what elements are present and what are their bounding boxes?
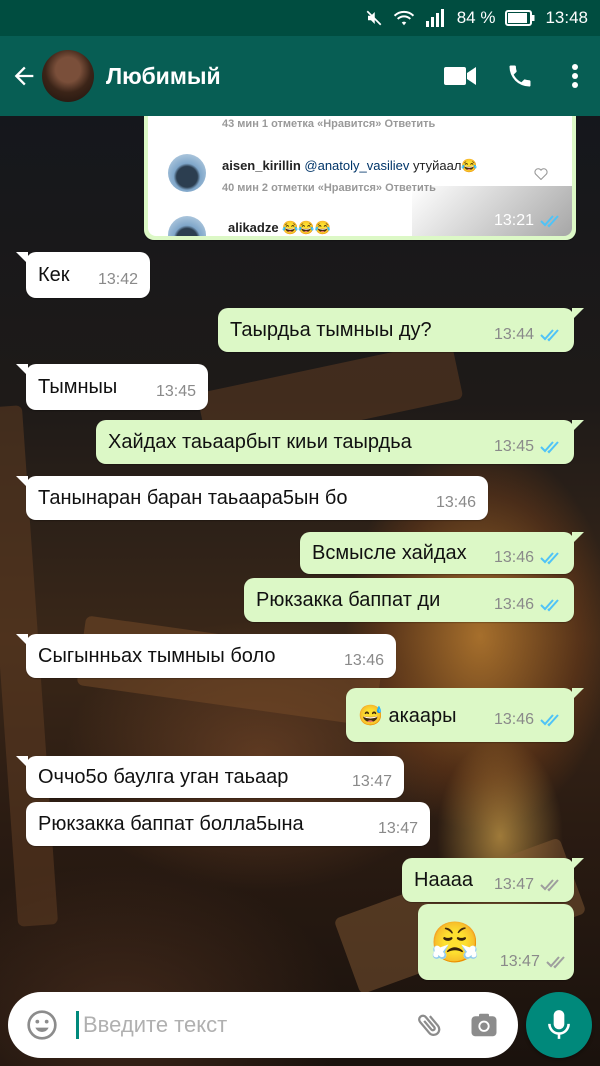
microphone-icon <box>548 1010 570 1039</box>
message-text: Рюкзакка баппат болла5ына <box>38 812 304 835</box>
more-options-button[interactable] <box>550 36 600 116</box>
delivered-ticks-icon <box>546 955 568 969</box>
mute-icon <box>365 9 383 27</box>
outgoing-message[interactable]: Хайдах таьаарбыт киьи таырдьа 13:45 <box>96 420 584 464</box>
message-composer <box>8 992 518 1058</box>
attach-button[interactable] <box>410 1005 450 1045</box>
message-text: Оччо5о баулга уган таьаар <box>38 765 289 788</box>
comment-text: alikadze 😂😂😂 <box>228 220 331 235</box>
read-ticks-icon <box>540 440 562 454</box>
outgoing-message[interactable]: Всмысле хайдах 13:46 <box>300 532 584 574</box>
image-content[interactable]: 43 мин 1 отметка «Нравится» Ответить ais… <box>148 116 572 236</box>
message-text: Таырдьа тымныы ду? <box>230 318 432 341</box>
message-list[interactable]: 43 мин 1 отметка «Нравится» Ответить ais… <box>0 116 600 986</box>
contact-name[interactable]: Любимый <box>106 63 430 90</box>
message-text: 😅 акаары <box>358 704 457 727</box>
camera-icon <box>471 1013 497 1037</box>
wifi-icon <box>393 9 415 27</box>
message-text: Тымныы <box>38 375 118 398</box>
read-ticks-icon <box>540 713 562 727</box>
battery-icon <box>505 10 535 26</box>
incoming-message[interactable]: Танынаран баран таьаара5ын бо 13:46 <box>16 476 488 520</box>
message-time: 13:47 <box>351 773 392 790</box>
incoming-message[interactable]: Оччо5о баулга уган таьаар 13:47 <box>16 756 404 798</box>
message-time: 13:46 <box>493 596 534 613</box>
outgoing-message[interactable]: Таырдьа тымныы ду? 13:44 <box>218 308 584 352</box>
heart-icon <box>534 168 548 180</box>
read-ticks-icon <box>540 328 562 342</box>
incoming-message[interactable]: Кек 13:42 <box>16 252 150 298</box>
message-time: 13:45 <box>493 438 534 455</box>
camera-button[interactable] <box>464 1005 504 1045</box>
contact-avatar[interactable] <box>42 50 94 102</box>
read-ticks-icon <box>540 598 562 612</box>
chat-header: Любимый <box>0 36 600 116</box>
signal-icon <box>425 9 447 27</box>
message-text: 😤 <box>430 920 480 965</box>
message-text: Хайдах таьаарбыт киьи таырдьа <box>108 430 412 453</box>
comment-meta: 43 мин 1 отметка «Нравится» Ответить <box>222 118 436 130</box>
message-time: 13:46 <box>493 711 534 728</box>
comment-text: aisen_kirillin @anatoly_vasiliev утуйаал… <box>222 158 478 173</box>
phone-icon <box>509 65 531 87</box>
voice-message-button[interactable] <box>526 992 592 1058</box>
message-time: 13:47 <box>499 953 540 970</box>
emoji-button[interactable] <box>22 1005 62 1045</box>
outgoing-message[interactable]: 😤 13:47 <box>418 904 574 980</box>
video-call-icon <box>444 67 476 85</box>
comment-avatar <box>168 154 206 192</box>
status-time: 13:48 <box>545 8 588 27</box>
incoming-message[interactable]: Тымныы 13:45 <box>16 364 208 410</box>
more-vert-icon <box>572 64 578 88</box>
outgoing-message[interactable]: 😅 акаары 13:46 <box>346 688 584 742</box>
message-text: Наааа <box>414 868 473 891</box>
message-time: 13:46 <box>493 549 534 566</box>
message-text: Всмысле хайдах <box>312 541 467 564</box>
incoming-message[interactable]: Рюкзакка баппат болла5ына 13:47 <box>26 802 430 846</box>
back-button[interactable] <box>2 36 46 116</box>
video-call-button[interactable] <box>430 36 490 116</box>
message-text: Сыгынньах тымныы боло <box>38 644 276 667</box>
message-time: 13:42 <box>97 271 138 288</box>
emoji-icon <box>27 1010 57 1040</box>
message-time: 13:45 <box>155 383 196 400</box>
read-ticks-icon <box>540 215 559 228</box>
message-text: Кек <box>38 263 70 286</box>
message-time: 13:47 <box>377 820 418 837</box>
message-time: 13:21 <box>493 212 534 229</box>
message-time: 13:46 <box>343 652 384 669</box>
status-bar: 84 % 13:48 <box>0 0 600 36</box>
message-text: Рюкзакка баппат ди <box>256 588 441 611</box>
voice-call-button[interactable] <box>490 36 550 116</box>
comment-meta: 40 мин 2 отметки «Нравится» Ответить <box>222 182 436 194</box>
message-text: Танынаран баран таьаара5ын бо <box>38 486 348 509</box>
outgoing-message[interactable]: Рюкзакка баппат ди 13:46 <box>244 578 574 622</box>
message-input[interactable] <box>76 1011 410 1039</box>
image-message[interactable]: 43 мин 1 отметка «Нравится» Ответить ais… <box>144 116 576 240</box>
delivered-ticks-icon <box>540 878 562 892</box>
message-time: 13:46 <box>435 494 476 511</box>
read-ticks-icon <box>540 551 562 565</box>
paperclip-icon <box>418 1014 441 1036</box>
comment-avatar <box>168 216 206 236</box>
outgoing-message[interactable]: Наааа 13:47 <box>402 858 584 902</box>
back-arrow-icon <box>14 66 34 86</box>
incoming-message[interactable]: Сыгынньах тымныы боло 13:46 <box>16 634 396 678</box>
message-time: 13:44 <box>493 326 534 343</box>
message-time: 13:47 <box>493 876 534 893</box>
battery-percent: 84 % <box>456 8 496 27</box>
